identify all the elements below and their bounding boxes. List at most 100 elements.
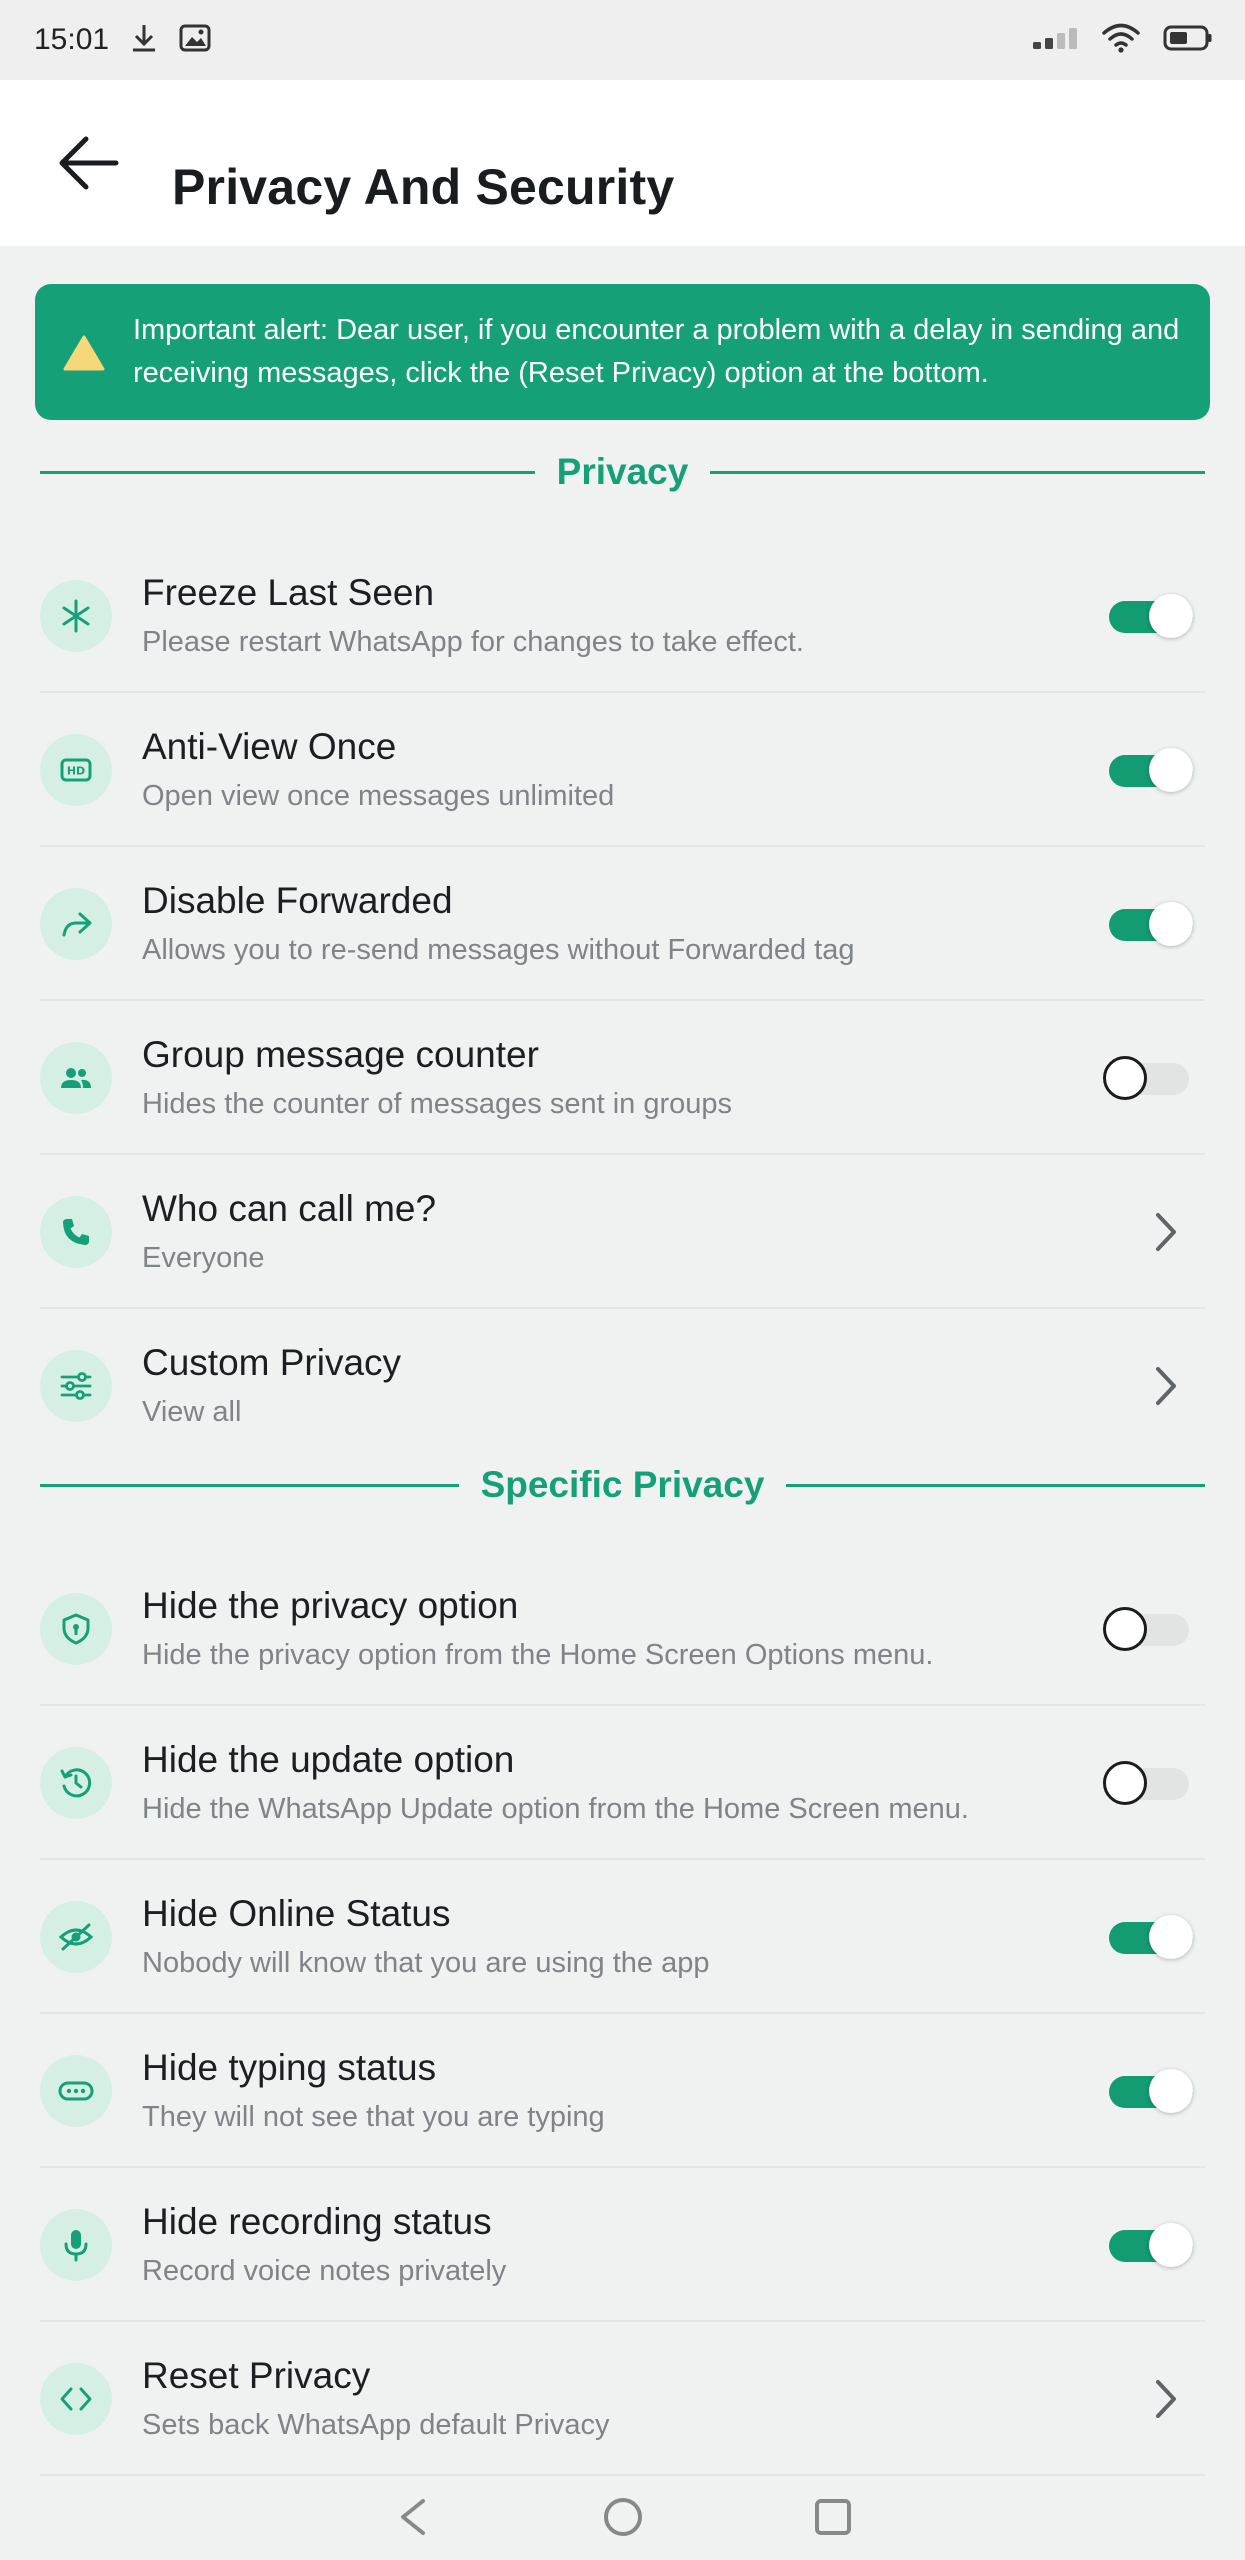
row-text: Hide the update option Hide the WhatsApp… [142,1736,1103,1830]
warning-icon [59,327,109,377]
row-subtitle: Hide the WhatsApp Update option from the… [142,1793,969,1825]
hide-privacy-option-row[interactable]: Hide the privacy option Hide the privacy… [40,1552,1205,1706]
hide-online-status-toggle[interactable] [1103,1910,1195,1964]
row-text: Who can call me? Everyone [142,1185,1141,1279]
hide-typing-status-toggle[interactable] [1103,2064,1195,2118]
phone-icon [40,1196,112,1268]
triangle-back-icon [395,2497,431,2542]
row-title: Anti-View Once [142,726,397,767]
chevron-right-icon [1141,2369,1191,2429]
row-title: Custom Privacy [142,1342,402,1383]
nav-back-button[interactable] [383,2489,443,2549]
row-title: Hide the privacy option [142,1585,519,1626]
row-title: Freeze Last Seen [142,572,435,613]
disable-forwarded-row[interactable]: Disable Forwarded Allows you to re-send … [40,847,1205,1001]
row-subtitle: Please restart WhatsApp for changes to t… [142,626,804,658]
snowflake-icon [40,580,112,652]
history-icon [40,1747,112,1819]
code-icon [40,2363,112,2435]
row-text: Freeze Last Seen Please restart WhatsApp… [142,569,1103,663]
row-title: Hide Online Status [142,1893,451,1934]
page-title: Privacy And Security [172,159,675,215]
row-subtitle: View all [142,1396,242,1428]
hide-privacy-option-toggle[interactable] [1103,1602,1195,1656]
hide-update-option-toggle[interactable] [1103,1756,1195,1810]
freeze-last-seen-row[interactable]: Freeze Last Seen Please restart WhatsApp… [40,539,1205,693]
row-title: Hide the update option [142,1739,515,1780]
important-alert-banner: Important alert: Dear user, if you encou… [35,284,1210,420]
chevron-right-icon [1141,1356,1191,1416]
section-title-specific-privacy: Specific Privacy [480,1464,765,1505]
divider-line [40,470,535,474]
row-title: Who can call me? [142,1188,437,1229]
group-icon [40,1042,112,1114]
group-message-counter-toggle[interactable] [1103,1051,1195,1105]
row-text: Hide Online Status Nobody will know that… [142,1890,1103,1984]
anti-view-once-toggle[interactable] [1103,743,1195,797]
svg-text:HD: HD [67,765,85,778]
row-text: Custom Privacy View all [142,1339,1141,1433]
row-subtitle: Everyone [142,1242,265,1274]
row-text: Hide recording status Record voice notes… [142,2198,1103,2292]
hide-recording-status-row[interactable]: Hide recording status Record voice notes… [40,2168,1205,2322]
nav-recents-button[interactable] [803,2489,863,2549]
microphone-icon [40,2209,112,2281]
app-bar: Privacy And Security [0,80,1245,246]
row-subtitle: Sets back WhatsApp default Privacy [142,2409,610,2441]
row-text: Disable Forwarded Allows you to re-send … [142,877,1103,971]
custom-privacy-row[interactable]: Custom Privacy View all [40,1309,1205,1463]
square-recents-icon [813,2497,853,2542]
status-right [1031,22,1213,59]
status-bar: 15:01 [0,0,1245,80]
row-subtitle: Hide the privacy option from the Home Sc… [142,1639,934,1671]
sliders-icon [40,1350,112,1422]
row-title: Reset Privacy [142,2355,371,2396]
download-icon [131,23,157,58]
row-title: Disable Forwarded [142,880,453,921]
row-text: Hide the privacy option Hide the privacy… [142,1582,1103,1676]
divider-line [710,470,1206,474]
row-subtitle: Allows you to re-send messages without F… [142,934,855,966]
wifi-icon [1101,22,1141,59]
hide-online-status-row[interactable]: Hide Online Status Nobody will know that… [40,1860,1205,2014]
row-subtitle: Open view once messages unlimited [142,780,615,812]
freeze-last-seen-toggle[interactable] [1103,589,1195,643]
row-text: Group message counter Hides the counter … [142,1031,1103,1125]
hide-update-option-row[interactable]: Hide the update option Hide the WhatsApp… [40,1706,1205,1860]
divider-line [40,1483,459,1487]
alert-text: Important alert: Dear user, if you encou… [133,314,1180,389]
who-can-call-me-row[interactable]: Who can call me? Everyone [40,1155,1205,1309]
back-button[interactable] [48,130,128,200]
anti-view-once-row[interactable]: HD Anti-View Once Open view once message… [40,693,1205,847]
arrow-left-icon [56,134,120,197]
typing-icon [40,2055,112,2127]
divider-line [786,1483,1205,1487]
system-navigation-bar [0,2478,1245,2560]
image-icon [179,23,211,58]
eye-off-icon [40,1901,112,1973]
row-title: Hide recording status [142,2201,492,2242]
status-left: 15:01 [34,23,211,58]
row-subtitle: Nobody will know that you are using the … [142,1947,710,1979]
shield-icon [40,1593,112,1665]
nav-home-button[interactable] [593,2489,653,2549]
hide-typing-status-row[interactable]: Hide typing status They will not see tha… [40,2014,1205,2168]
forward-icon [40,888,112,960]
status-time: 15:01 [34,23,110,56]
reset-privacy-row[interactable]: Reset Privacy Sets back WhatsApp default… [40,2322,1205,2476]
section-header-specific-privacy: Specific Privacy [40,1455,1205,1515]
row-title: Hide typing status [142,2047,437,2088]
disable-forwarded-toggle[interactable] [1103,897,1195,951]
signal-icon [1031,26,1079,55]
row-text: Reset Privacy Sets back WhatsApp default… [142,2352,1141,2446]
row-title: Group message counter [142,1034,539,1075]
section-header-privacy: Privacy [40,442,1206,502]
circle-home-icon [602,2496,644,2543]
section-title-privacy: Privacy [556,451,689,492]
hide-recording-status-toggle[interactable] [1103,2218,1195,2272]
row-text: Anti-View Once Open view once messages u… [142,723,1103,817]
hd-icon: HD [40,734,112,806]
row-subtitle: Record voice notes privately [142,2255,507,2287]
group-message-counter-row[interactable]: Group message counter Hides the counter … [40,1001,1205,1155]
row-subtitle: They will not see that you are typing [142,2101,605,2133]
